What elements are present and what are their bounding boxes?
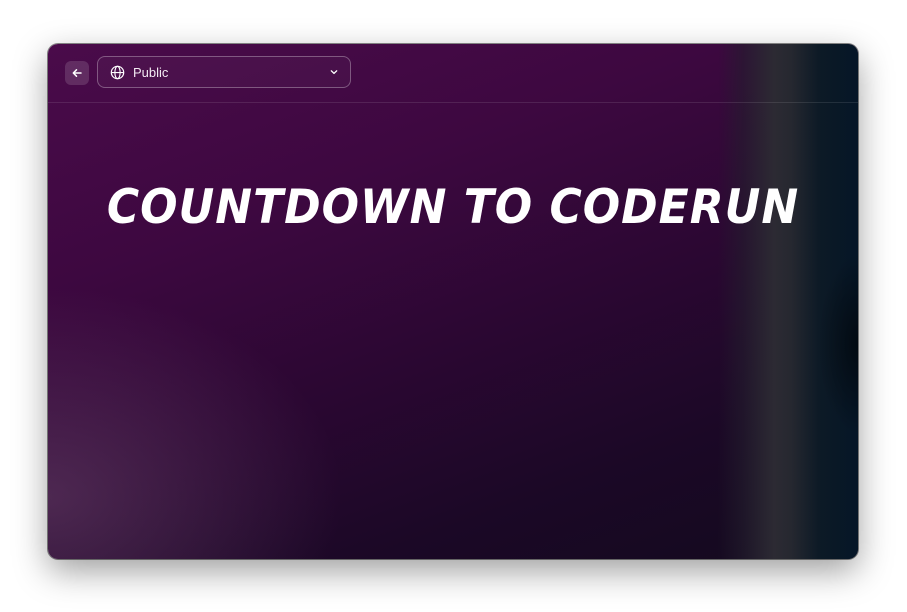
app-window: Public COUNTDOWN TO CODERUN <box>48 44 858 559</box>
toolbar: Public <box>48 44 858 103</box>
page-title: COUNTDOWN TO CODERUN <box>106 179 800 236</box>
visibility-select[interactable]: Public <box>97 56 351 88</box>
stage: Public COUNTDOWN TO CODERUN <box>0 0 907 612</box>
side-panel-shadow <box>788 244 858 444</box>
visibility-value: Public <box>133 64 169 80</box>
globe-icon <box>109 64 125 80</box>
back-button[interactable] <box>65 61 89 85</box>
arrow-left-icon <box>71 67 83 79</box>
chevron-down-icon <box>328 66 340 78</box>
